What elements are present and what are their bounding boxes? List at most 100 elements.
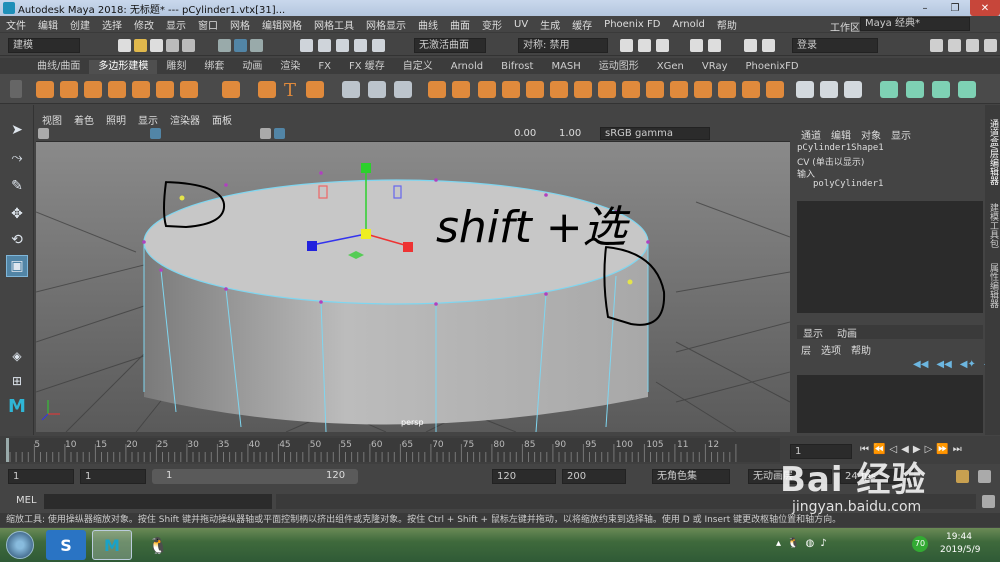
- viewport-menu-item-2[interactable]: 照明: [100, 112, 132, 127]
- layer-editor-tab-1[interactable]: 动画: [837, 325, 857, 340]
- layer-menu-item-2[interactable]: 帮助: [851, 342, 871, 357]
- shelf-tab-0[interactable]: 曲线/曲面: [28, 60, 89, 74]
- layer-menu-item-0[interactable]: 层: [801, 342, 811, 357]
- channel-box-tab-0[interactable]: 通道: [801, 127, 821, 142]
- animation-end-field[interactable]: 200: [562, 469, 626, 484]
- character-set-select[interactable]: 无角色集: [652, 469, 730, 484]
- anim-prefs-icon[interactable]: [978, 470, 991, 483]
- shelf-tab-4[interactable]: 动画: [233, 60, 271, 74]
- shelf-tab-1[interactable]: 多边形建模: [89, 60, 158, 74]
- svg-tool-icon[interactable]: [306, 81, 324, 98]
- taskbar-sogou-icon[interactable]: S: [46, 530, 86, 560]
- select-tool-icon[interactable]: ➤: [6, 119, 28, 141]
- animation-start-field[interactable]: 1: [8, 469, 74, 484]
- collapse-icon[interactable]: [718, 81, 736, 98]
- mel-label[interactable]: MEL: [16, 495, 37, 506]
- select-by-component-icon[interactable]: [234, 39, 247, 52]
- save-scene-icon[interactable]: [150, 39, 163, 52]
- multi-cut-icon[interactable]: [622, 81, 640, 98]
- clock-date[interactable]: 2019/5/9: [940, 545, 980, 555]
- login-select[interactable]: 登录: [792, 38, 878, 53]
- shelf-tab-9[interactable]: Arnold: [442, 60, 492, 74]
- tray-network-icon[interactable]: ◍: [805, 538, 814, 549]
- grid-toggle-icon[interactable]: [150, 128, 161, 139]
- colorspace-select[interactable]: sRGB gamma: [600, 127, 710, 140]
- uv-shell-icon[interactable]: [880, 81, 898, 98]
- shelf-tab-14[interactable]: VRay: [693, 60, 737, 74]
- taskbar-maya-icon[interactable]: M: [92, 530, 132, 560]
- uv-sew-icon[interactable]: [932, 81, 950, 98]
- separate-icon[interactable]: [368, 81, 386, 98]
- channel-box-tab-2[interactable]: 对象: [861, 127, 881, 142]
- snap-view-plane-icon[interactable]: [354, 39, 367, 52]
- smooth-icon[interactable]: [428, 81, 446, 98]
- taskbar-qq-icon[interactable]: 🐧: [138, 530, 178, 560]
- superellipse-icon[interactable]: [258, 81, 276, 98]
- tray-chevron-icon[interactable]: ▴: [776, 538, 781, 549]
- undo-icon[interactable]: [166, 39, 179, 52]
- maximize-button[interactable]: ❐: [940, 0, 970, 16]
- extrude-icon[interactable]: [502, 81, 520, 98]
- shelf-tab-15[interactable]: PhoenixFD: [737, 60, 808, 74]
- viewport-menu-item-4[interactable]: 渲染器: [164, 112, 206, 127]
- minimize-button[interactable]: –: [910, 0, 940, 16]
- shelf-tab-8[interactable]: 自定义: [394, 60, 442, 74]
- playback-start-field[interactable]: 1: [80, 469, 146, 484]
- text-tool-icon[interactable]: T: [284, 80, 296, 101]
- menu-item-9[interactable]: 网格工具: [308, 17, 360, 32]
- viewport-menu-item-3[interactable]: 显示: [132, 112, 164, 127]
- render-view-icon[interactable]: [708, 39, 721, 52]
- poly-sphere-icon[interactable]: [36, 81, 54, 98]
- symmetry-select[interactable]: 对称: 禁用: [518, 38, 608, 53]
- poly-plane-icon[interactable]: [156, 81, 174, 98]
- snap-grid-icon[interactable]: [300, 39, 313, 52]
- shelf-tab-7[interactable]: FX 缓存: [340, 60, 394, 74]
- new-layer-icon[interactable]: ◀✦: [960, 359, 976, 370]
- render-settings-icon[interactable]: [656, 39, 669, 52]
- hypershade-icon[interactable]: [690, 39, 703, 52]
- lasso-tool-icon[interactable]: ⤳: [6, 147, 28, 169]
- uv-editor-icon[interactable]: [796, 81, 814, 98]
- bridge-icon[interactable]: [526, 81, 544, 98]
- poly-disc-icon[interactable]: [180, 81, 198, 98]
- range-slider[interactable]: 1 120: [152, 469, 358, 484]
- rotate-tool-icon[interactable]: ⟲: [6, 229, 28, 251]
- select-camera-icon[interactable]: [38, 128, 49, 139]
- shelf-tab-13[interactable]: XGen: [648, 60, 693, 74]
- menu-item-13[interactable]: 变形: [476, 17, 508, 32]
- script-editor-icon[interactable]: [982, 495, 995, 508]
- shelf-tab-5[interactable]: 渲染: [271, 60, 309, 74]
- workspace-select[interactable]: Maya 经典*: [860, 17, 970, 31]
- uv-unfold-icon[interactable]: [958, 81, 976, 98]
- fill-hole-icon[interactable]: [574, 81, 592, 98]
- target-weld-icon[interactable]: [646, 81, 664, 98]
- move-layer-up-icon[interactable]: ◀◀: [913, 359, 928, 370]
- ipr-render-icon[interactable]: [638, 39, 651, 52]
- edge-loop-icon[interactable]: [742, 81, 760, 98]
- tray-volume-icon[interactable]: ♪: [820, 538, 826, 549]
- exposure-value[interactable]: 0.00: [514, 128, 536, 139]
- menu-item-15[interactable]: 生成: [534, 17, 566, 32]
- menu-item-17[interactable]: Phoenix FD: [598, 19, 666, 30]
- move-layer-down-icon[interactable]: ◀◀: [936, 359, 951, 370]
- time-ruler[interactable]: 5 10 15 20 25 30 35 40 45 50 55 60 65 70 75 80 85 90 95 100…: [0, 436, 790, 464]
- connect-icon[interactable]: [670, 81, 688, 98]
- select-by-object-icon[interactable]: [250, 39, 263, 52]
- insert-loop-icon[interactable]: [766, 81, 784, 98]
- shelf-settings-icon[interactable]: [10, 80, 22, 98]
- close-button[interactable]: ✕: [970, 0, 1000, 16]
- move-tool-icon[interactable]: ✥: [6, 203, 28, 225]
- poly-cone-icon[interactable]: [108, 81, 126, 98]
- layer-editor-tab-0[interactable]: 显示: [803, 325, 823, 340]
- menu-item-0[interactable]: 文件: [0, 17, 32, 32]
- shelf-tab-12[interactable]: 运动图形: [590, 60, 648, 74]
- menu-item-4[interactable]: 修改: [128, 17, 160, 32]
- boolean-icon[interactable]: [452, 81, 470, 98]
- channel-box-tab-3[interactable]: 显示: [891, 127, 911, 142]
- perspective-viewport[interactable]: shift +选 persp: [36, 142, 790, 432]
- menu-item-7[interactable]: 网格: [224, 17, 256, 32]
- redo-icon[interactable]: [182, 39, 195, 52]
- tool-settings-icon[interactable]: [966, 39, 979, 52]
- single-perspective-view-icon[interactable]: ◈: [6, 345, 28, 367]
- auto-map-icon[interactable]: [844, 81, 862, 98]
